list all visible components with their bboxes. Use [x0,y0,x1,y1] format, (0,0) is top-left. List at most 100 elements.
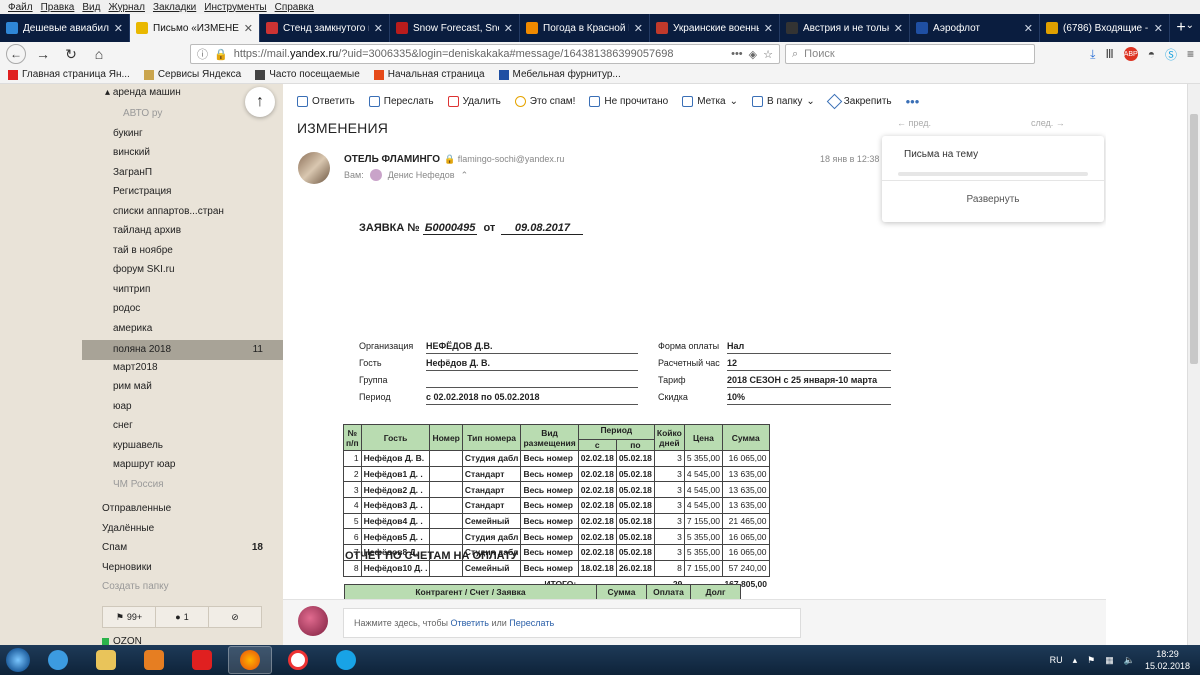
menu-icon[interactable]: ≡ [1187,47,1194,61]
reply-button[interactable]: Ответить [297,96,355,107]
spam-button[interactable]: Это спам! [514,96,575,107]
taskbar-skype[interactable] [324,646,368,674]
browser-tab[interactable]: Австрия и не только ✕ [780,14,910,42]
menu-item[interactable]: Файл [4,2,37,13]
mark-unread-button[interactable]: Не прочитано [589,96,668,107]
quick-reply-input[interactable]: Нажмите здесь, чтобы Ответить или Пересл… [343,608,801,638]
menu-item[interactable]: Правка [37,2,79,13]
sidebar-folder[interactable]: списки аппартов...стран [113,206,224,217]
extension-icon[interactable]: ◓ [1148,47,1155,61]
sender-avatar[interactable] [298,152,330,184]
page-actions-icon[interactable]: ••• [731,48,743,60]
skype-extension-icon[interactable]: Ⓢ [1165,46,1177,63]
taskbar-ie[interactable] [36,646,80,674]
browser-tab[interactable]: (6786) Входящие - П ✕ [1040,14,1170,42]
sidebar-folder[interactable]: ЧМ Россия [113,479,164,490]
bookmark-item[interactable]: Сервисы Яндекса [143,69,241,80]
taskbar-explorer[interactable] [84,646,128,674]
sidebar-folder[interactable]: юар [113,401,132,412]
forward-message-button[interactable]: Переслать [368,96,434,107]
scrollbar-thumb[interactable] [1190,114,1198,364]
close-tab-icon[interactable]: ✕ [894,22,903,35]
close-tab-icon[interactable]: ✕ [244,22,253,35]
browser-tab[interactable]: Аэрофлот ✕ [910,14,1040,42]
bookmark-item[interactable]: Мебельная фурнитур... [498,69,621,80]
label-button[interactable]: Метка ⌄ [682,96,738,107]
system-folder[interactable]: Отправленные [102,503,171,514]
sidebar-folder[interactable]: винский [113,147,150,158]
sidebar-folder[interactable]: АВТО ру [123,108,162,119]
chevron-up-icon[interactable]: ⌃ [461,170,469,181]
system-folder[interactable]: Черновики [102,562,152,573]
recipient-name[interactable]: Денис Нефедов [388,170,455,180]
user-avatar[interactable] [298,606,328,636]
language-indicator[interactable]: RU [1050,655,1063,665]
bookmark-star-icon[interactable]: ☆ [763,48,773,61]
sidebar-folder[interactable]: тай в ноябре [113,245,173,256]
close-tab-icon[interactable]: ✕ [1024,22,1033,35]
menu-item[interactable]: Вид [78,2,104,13]
forward-button[interactable]: → [32,44,54,64]
tab-list-chevron-icon[interactable]: ⌄ [1186,20,1194,31]
page-scrollbar[interactable] [1187,84,1200,645]
volume-icon[interactable]: 🔈 [1124,655,1135,666]
quick-forward-link[interactable]: Переслать [509,618,554,628]
clock[interactable]: 18:29 15.02.2018 [1145,648,1190,672]
download-icon[interactable]: ⤓ [1090,47,1095,62]
browser-tab[interactable]: Дешевые авиабилет ✕ [0,14,130,42]
bookmark-item[interactable]: Главная страница Ян... [8,69,130,80]
sidebar-folder[interactable]: букинг [113,128,143,139]
tray-arrow-icon[interactable]: ▴ [1073,655,1078,666]
folder-selected[interactable]: поляна 2018 11 [82,340,283,360]
sidebar-folder[interactable]: куршавель [113,440,163,451]
sidebar-folder[interactable]: март2018 [113,362,158,373]
bookmark-item[interactable]: Часто посещаемые [255,69,360,80]
scroll-up-button[interactable]: ↑ [245,87,275,117]
ozon-ad[interactable]: OZON [102,636,142,645]
back-button[interactable]: ← [6,44,26,64]
close-tab-icon[interactable]: ✕ [1154,22,1163,35]
start-button[interactable] [0,645,36,675]
sender-name[interactable]: ОТЕЛЬ ФЛАМИНГО [344,154,440,165]
sidebar-folder[interactable]: форум SKI.ru [113,264,175,275]
attachments-filter[interactable]: ⊘ [209,607,261,627]
close-tab-icon[interactable]: ✕ [374,22,383,35]
taskbar-yandex-browser[interactable] [276,646,320,674]
sidebar-folder[interactable]: маршрут юар [113,459,175,470]
flag-tray-icon[interactable]: ⚑ [1087,655,1095,666]
taskbar-firefox[interactable] [228,646,272,674]
reload-button[interactable]: ↻ [60,44,82,64]
close-tab-icon[interactable]: ✕ [114,22,123,35]
address-bar[interactable]: ⓘ 🔒 https://mail.yandex.ru/?uid=3006335&… [190,44,780,64]
menu-item[interactable]: Справка [271,2,318,13]
thread-expand-button[interactable]: Развернуть [882,194,1104,205]
sidebar-folder[interactable]: чиптрип [113,284,150,295]
folder-top[interactable]: ▴ аренда машин [105,87,181,98]
sidebar-folder[interactable]: тайланд архив [113,225,181,236]
pin-button[interactable]: Закрепить [826,93,892,110]
browser-tab[interactable]: Письмо «ИЗМЕНЕНИ ✕ [130,14,260,42]
flagged-filter[interactable]: ⚑ 99+ [103,607,156,627]
quick-reply-link[interactable]: Ответить [450,618,488,628]
taskbar-media[interactable] [132,646,176,674]
system-folder[interactable]: Спам [102,542,127,553]
pocket-icon[interactable]: ◈ [749,48,757,61]
menu-item[interactable]: Закладки [149,2,200,13]
browser-tab[interactable]: Украинские военны ✕ [650,14,780,42]
more-actions-button[interactable]: ••• [906,94,920,109]
taskbar-yandex[interactable] [180,646,224,674]
browser-tab[interactable]: Snow Forecast, Snow ✕ [390,14,520,42]
bookmark-item[interactable]: Начальная страница [373,69,485,80]
library-icon[interactable]: Ⅲ [1105,47,1113,61]
adblock-icon[interactable]: ABP [1123,47,1138,61]
sidebar-folder[interactable]: Регистрация [113,186,171,197]
delete-button[interactable]: Удалить [447,96,501,107]
menu-item[interactable]: Журнал [104,2,149,13]
sidebar-folder[interactable]: родос [113,303,140,314]
search-input[interactable]: Поиск [804,48,834,60]
close-tab-icon[interactable]: ✕ [504,22,513,35]
search-bar[interactable]: ⌕ Поиск [785,44,1035,64]
network-icon[interactable]: ▦ [1105,655,1114,666]
unread-filter[interactable]: ● 1 [156,607,209,627]
browser-tab[interactable]: Погода в Красной П ✕ [520,14,650,42]
